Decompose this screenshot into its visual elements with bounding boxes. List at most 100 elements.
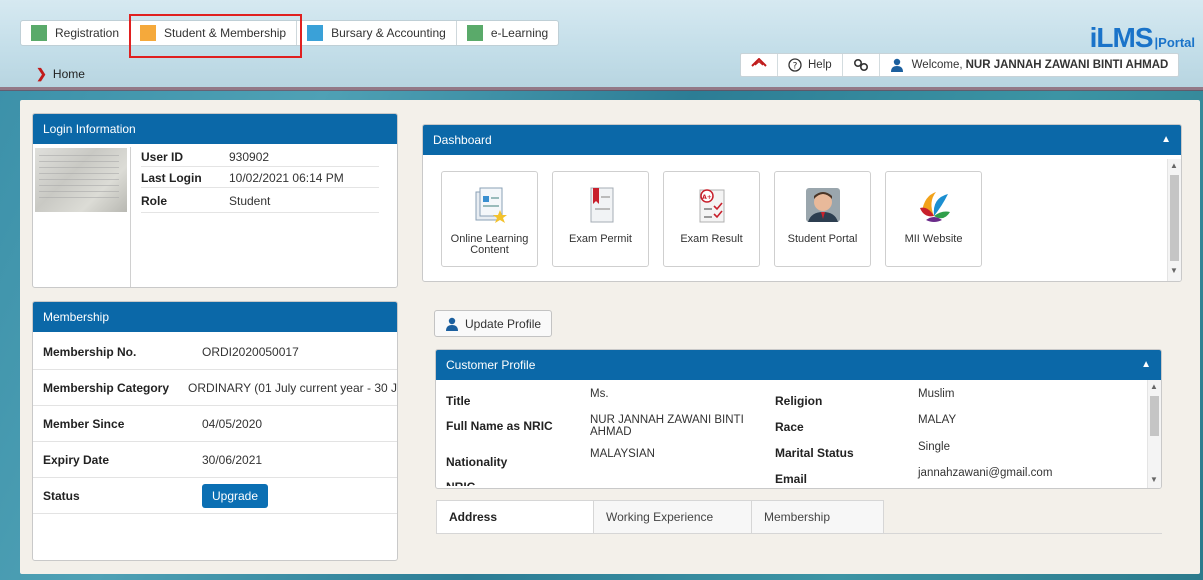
module-e-learning[interactable]: e-Learning bbox=[457, 21, 558, 45]
login-row: User ID 930902 bbox=[141, 147, 379, 167]
login-key: User ID bbox=[141, 149, 184, 164]
login-information-panel: Login Information User ID 930902 Last Lo… bbox=[32, 113, 398, 288]
module-label: Student & Membership bbox=[164, 26, 287, 40]
home-button[interactable] bbox=[741, 54, 778, 76]
help-label: Help bbox=[808, 59, 832, 71]
scroll-down-icon[interactable]: ▼ bbox=[1170, 266, 1178, 275]
profile-value: MALAY bbox=[918, 414, 957, 426]
module-label: Bursary & Accounting bbox=[331, 26, 446, 40]
scroll-up-icon[interactable]: ▲ bbox=[1150, 382, 1158, 391]
module-color-icon bbox=[466, 25, 483, 41]
tile-label: Online Learning Content bbox=[450, 233, 529, 256]
user-toolbar: ? Help Welcome, NUR JANNAH ZAWANI BINTI … bbox=[740, 53, 1180, 77]
tab-working-experience[interactable]: Working Experience bbox=[594, 500, 752, 533]
module-color-icon bbox=[140, 25, 157, 41]
customer-profile-panel: Customer Profile ▲ Title Ms. Full Name a… bbox=[435, 349, 1162, 489]
dashboard-scrollbar[interactable]: ▲ ▼ bbox=[1167, 159, 1181, 281]
panel-title: Membership bbox=[43, 310, 110, 324]
module-bursary-accounting[interactable]: Bursary & Accounting bbox=[297, 21, 457, 45]
module-student-membership[interactable]: Student & Membership bbox=[130, 21, 298, 45]
main-content: Login Information User ID 930902 Last Lo… bbox=[20, 100, 1200, 574]
tile-student-portal[interactable]: Student Portal bbox=[774, 171, 871, 267]
profile-key: NRIC bbox=[446, 480, 475, 486]
ilms-portal-logo: iLMS |Portal bbox=[1090, 22, 1195, 54]
scroll-thumb[interactable] bbox=[1150, 396, 1159, 436]
login-value: 930902 bbox=[229, 149, 270, 164]
panel-title: Customer Profile bbox=[446, 358, 536, 372]
login-value: 10/02/2021 06:14 PM bbox=[229, 170, 344, 185]
module-color-icon bbox=[307, 25, 324, 41]
breadcrumb-home[interactable]: Home bbox=[53, 67, 85, 81]
profile-key: Nationality bbox=[446, 455, 508, 469]
scroll-up-icon[interactable]: ▲ bbox=[1170, 161, 1178, 170]
tile-exam-permit[interactable]: Exam Permit bbox=[552, 171, 649, 267]
profile-key: Title bbox=[446, 394, 471, 408]
membership-value: ORDINARY (01 July current year - 30 J bbox=[188, 380, 397, 395]
panel-header: Login Information bbox=[33, 114, 397, 144]
tile-label: Exam Result bbox=[680, 233, 743, 245]
user-icon bbox=[446, 317, 458, 331]
profile-photo bbox=[35, 148, 127, 212]
profile-value: NUR JANNAH ZAWANI BINTI AHMAD bbox=[590, 414, 744, 438]
membership-value: 30/06/2021 bbox=[202, 452, 263, 467]
profile-value: Muslim bbox=[918, 388, 955, 400]
module-registration[interactable]: Registration bbox=[21, 21, 131, 45]
membership-value: ORDI2020050017 bbox=[202, 344, 299, 359]
update-profile-label: Update Profile bbox=[465, 316, 542, 331]
scroll-thumb[interactable] bbox=[1170, 175, 1179, 261]
user-menu[interactable]: Welcome, NUR JANNAH ZAWANI BINTI AHMAD bbox=[880, 54, 1179, 76]
profile-key: Email bbox=[775, 472, 808, 486]
divider bbox=[130, 147, 131, 287]
membership-row: Membership Category ORDINARY (01 July cu… bbox=[33, 370, 397, 406]
membership-panel: Membership Membership No. ORDI2020050017… bbox=[32, 301, 398, 561]
tile-exam-result[interactable]: A+ Exam Result bbox=[663, 171, 760, 267]
tile-label: Exam Permit bbox=[569, 233, 632, 245]
logo-subtext: |Portal bbox=[1154, 35, 1195, 50]
login-key: Role bbox=[141, 193, 168, 208]
tab-address[interactable]: Address bbox=[436, 500, 594, 533]
profile-value: jannahzawani@gmail.com bbox=[918, 467, 1053, 479]
breadcrumb: ❯ Home bbox=[36, 66, 85, 82]
help-icon: ? bbox=[788, 58, 802, 72]
module-switcher: Registration Student & Membership Bursar… bbox=[20, 20, 560, 46]
membership-row: Status Upgrade bbox=[33, 478, 397, 514]
upgrade-button[interactable]: Upgrade bbox=[202, 483, 269, 508]
panel-title: Dashboard bbox=[433, 133, 492, 147]
membership-key: Member Since bbox=[43, 416, 125, 431]
svg-text:?: ? bbox=[793, 62, 798, 72]
tile-online-learning-content[interactable]: Online Learning Content bbox=[441, 171, 538, 267]
login-value: Student bbox=[229, 193, 271, 208]
membership-value: 04/05/2020 bbox=[202, 416, 263, 431]
panel-header: Membership bbox=[33, 302, 397, 332]
links-button[interactable] bbox=[843, 54, 880, 76]
help-button[interactable]: ? Help bbox=[778, 54, 843, 76]
tile-mii-website[interactable]: MII Website bbox=[885, 171, 982, 267]
membership-key: Membership No. bbox=[43, 344, 137, 359]
bookmark-document-icon bbox=[590, 187, 613, 223]
panel-header: Dashboard ▲ bbox=[423, 125, 1181, 155]
panel-title: Login Information bbox=[43, 122, 136, 136]
membership-key: Expiry Date bbox=[43, 452, 110, 467]
module-label: Registration bbox=[55, 26, 120, 40]
mii-logo-icon bbox=[919, 192, 950, 222]
chevron-right-icon: ❯ bbox=[36, 66, 47, 81]
profile-key: Marital Status bbox=[775, 446, 854, 460]
logo-text: iLMS bbox=[1089, 22, 1154, 53]
scroll-down-icon[interactable]: ▼ bbox=[1150, 475, 1158, 484]
panel-header: Customer Profile ▲ bbox=[436, 350, 1161, 380]
membership-key: Status bbox=[43, 488, 80, 503]
svg-text:A+: A+ bbox=[702, 194, 712, 201]
profile-scrollbar[interactable]: ▲ ▼ bbox=[1147, 380, 1161, 488]
tab-membership[interactable]: Membership bbox=[752, 500, 884, 533]
document-star-icon bbox=[475, 187, 507, 223]
collapse-icon[interactable]: ▲ bbox=[1141, 359, 1151, 370]
update-profile-button[interactable]: Update Profile bbox=[434, 310, 553, 337]
collapse-icon[interactable]: ▲ bbox=[1161, 134, 1171, 145]
profile-value: MALAYSIAN bbox=[590, 448, 655, 460]
profile-value: Ms. bbox=[590, 388, 609, 400]
tile-label: Student Portal bbox=[787, 233, 858, 245]
student-avatar-icon bbox=[805, 188, 840, 222]
membership-row: Member Since 04/05/2020 bbox=[33, 406, 397, 442]
profile-key: Religion bbox=[775, 394, 823, 408]
link-icon bbox=[853, 58, 868, 72]
